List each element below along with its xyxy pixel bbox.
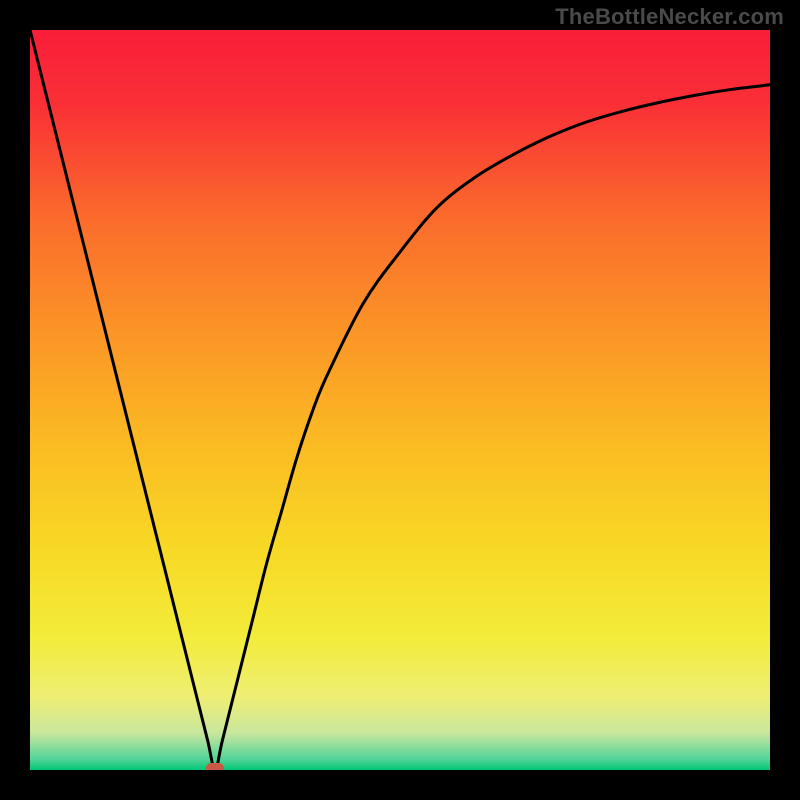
bottleneck-curve bbox=[30, 30, 770, 770]
chart-frame: TheBottleNecker.com bbox=[0, 0, 800, 800]
plot-area bbox=[30, 30, 770, 770]
dip-marker bbox=[206, 763, 224, 770]
watermark-text: TheBottleNecker.com bbox=[555, 4, 784, 30]
curve-layer bbox=[30, 30, 770, 770]
